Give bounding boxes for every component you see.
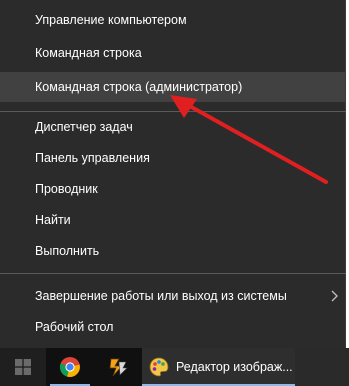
taskbar-window-title: Редактор изображ... <box>176 360 293 374</box>
menu-item-run[interactable]: Выполнить <box>0 236 345 266</box>
menu-item-control-panel[interactable]: Панель управления <box>0 143 345 173</box>
menu-item-task-manager[interactable]: Диспетчер задач <box>0 112 345 142</box>
taskbar-chrome-button[interactable] <box>46 348 94 386</box>
menu-item-shutdown-signout[interactable]: Завершение работы или выход из системы <box>0 281 345 311</box>
chrome-icon <box>59 357 80 377</box>
menu-item-label: Панель управления <box>35 151 150 165</box>
menu-item-label: Командная строка (администратор) <box>35 80 243 94</box>
taskbar: Редактор изображ... <box>0 348 349 386</box>
menu-item-search[interactable]: Найти <box>0 205 345 235</box>
menu-item-label: Диспетчер задач <box>35 120 133 134</box>
menu-item-label: Выполнить <box>35 244 100 258</box>
taskbar-empty-area <box>295 348 349 386</box>
taskbar-image-editor-button[interactable]: Редактор изображ... <box>142 348 295 386</box>
menu-item-desktop[interactable]: Рабочий стол <box>0 312 345 342</box>
winx-context-menu: Управление компьютером Командная строка … <box>0 0 346 348</box>
menu-item-label: Управление компьютером <box>35 13 187 27</box>
screen: Управление компьютером Командная строка … <box>0 0 349 386</box>
paint-palette-icon <box>149 357 169 377</box>
menu-separator <box>0 273 346 274</box>
menu-item-label: Проводник <box>35 182 98 196</box>
chevron-right-icon <box>331 290 338 302</box>
menu-item-command-prompt[interactable]: Командная строка <box>0 38 345 68</box>
start-button[interactable] <box>0 348 46 386</box>
taskbar-winamp-button[interactable] <box>94 348 142 386</box>
menu-item-label: Найти <box>35 213 71 227</box>
menu-item-command-prompt-admin[interactable]: Командная строка (администратор) <box>0 72 345 102</box>
menu-item-computer-management[interactable]: Управление компьютером <box>0 5 345 35</box>
windows-logo-icon <box>15 359 31 375</box>
winamp-icon <box>109 358 128 377</box>
menu-item-explorer[interactable]: Проводник <box>0 174 345 204</box>
menu-item-label: Командная строка <box>35 46 142 60</box>
menu-item-label: Рабочий стол <box>35 320 114 334</box>
menu-item-label: Завершение работы или выход из системы <box>35 289 287 303</box>
